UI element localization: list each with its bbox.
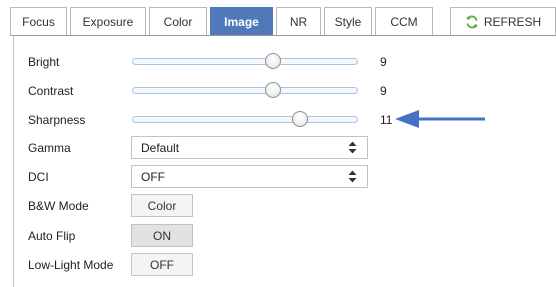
gamma-label: Gamma — [28, 141, 71, 155]
refresh-button[interactable]: REFRESH — [450, 7, 556, 35]
low-light-mode-label: Low-Light Mode — [28, 258, 114, 272]
dci-select-value: OFF — [141, 169, 165, 184]
tab-bar: Focus Exposure Color Image NR Style CCM … — [10, 7, 556, 36]
tab-ccm[interactable]: CCM — [375, 7, 433, 35]
updown-chevron-icon — [348, 141, 357, 154]
bright-label: Bright — [28, 55, 60, 69]
contrast-label: Contrast — [28, 84, 74, 98]
bright-slider[interactable] — [132, 53, 358, 69]
auto-flip-label: Auto Flip — [28, 229, 76, 243]
tab-nr[interactable]: NR — [276, 7, 321, 35]
gamma-select[interactable]: Default — [131, 136, 368, 159]
updown-chevron-icon — [348, 170, 357, 183]
sharpness-slider-thumb[interactable] — [292, 111, 309, 127]
bright-value: 9 — [380, 55, 387, 69]
bright-slider-thumb[interactable] — [265, 53, 282, 69]
bw-mode-label: B&W Mode — [28, 199, 89, 213]
tab-style[interactable]: Style — [324, 7, 372, 35]
dci-label: DCI — [28, 170, 49, 184]
refresh-icon — [466, 15, 478, 28]
refresh-label: REFRESH — [483, 14, 542, 29]
tab-focus[interactable]: Focus — [10, 7, 67, 35]
image-settings-panel: Bright 9 Contrast 9 Sharpness 11 Gamma D… — [13, 36, 556, 287]
dci-select[interactable]: OFF — [131, 165, 368, 188]
arrow-left-icon — [395, 110, 485, 128]
sharpness-value: 11 — [380, 113, 393, 127]
sharpness-slider[interactable] — [132, 111, 358, 127]
contrast-value: 9 — [380, 84, 387, 98]
contrast-slider-thumb[interactable] — [265, 82, 282, 98]
tab-exposure[interactable]: Exposure — [70, 7, 146, 35]
tab-color[interactable]: Color — [149, 7, 207, 35]
bw-mode-button[interactable]: Color — [131, 194, 193, 217]
tab-image[interactable]: Image — [210, 7, 273, 35]
contrast-slider[interactable] — [132, 82, 358, 98]
sharpness-label: Sharpness — [28, 113, 86, 127]
gamma-select-value: Default — [141, 140, 180, 155]
low-light-mode-button[interactable]: OFF — [131, 253, 193, 276]
auto-flip-button[interactable]: ON — [131, 224, 193, 247]
